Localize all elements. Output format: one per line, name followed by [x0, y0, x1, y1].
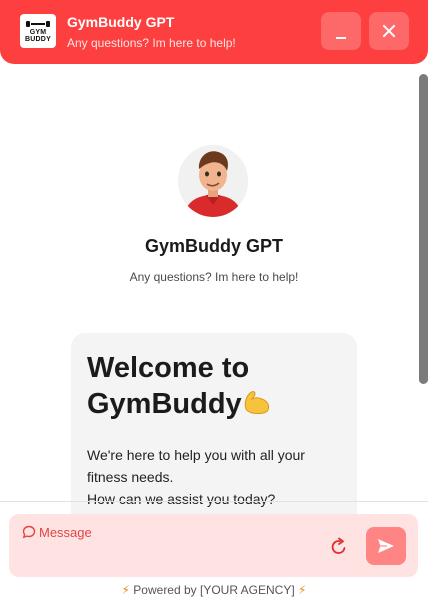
- welcome-message: Welcome to GymBuddy We're here to help y…: [71, 333, 357, 533]
- composer-divider: [0, 501, 428, 502]
- bolt-icon: ⚡: [298, 583, 307, 597]
- welcome-line-1: We're here to help you with all your fit…: [87, 447, 305, 485]
- welcome-title: Welcome to GymBuddy: [87, 350, 307, 422]
- flexed-bicep-icon: [244, 391, 269, 415]
- minimize-icon: [336, 37, 346, 39]
- message-icon: [22, 525, 36, 539]
- powered-by: ⚡ Powered by [YOUR AGENCY] ⚡: [0, 583, 428, 597]
- composer: [9, 514, 418, 577]
- bot-name: GymBuddy GPT: [144, 236, 283, 256]
- close-button[interactable]: [369, 12, 409, 50]
- message-input[interactable]: [39, 522, 319, 542]
- powered-by-text[interactable]: Powered by [YOUR AGENCY]: [133, 583, 294, 597]
- header-subtitle: Any questions? Im here to help!: [67, 36, 236, 50]
- welcome-title-text: Welcome to GymBuddy: [87, 352, 250, 420]
- bolt-icon: ⚡: [121, 583, 130, 597]
- avatar-illustration: [178, 145, 248, 217]
- scrollbar[interactable]: [419, 74, 428, 384]
- header-title: GymBuddy GPT: [67, 14, 175, 30]
- gymbuddy-logo: GYM BUDDY: [20, 14, 56, 48]
- dumbbell-icon: [25, 20, 51, 28]
- logo-text-bottom: BUDDY: [25, 35, 51, 43]
- bot-avatar: [178, 145, 248, 217]
- bot-subtitle: Any questions? Im here to help!: [129, 270, 299, 284]
- logo-text-top: GYM: [29, 28, 47, 36]
- welcome-line-2: How can we assist you today?: [87, 491, 276, 507]
- send-icon: [378, 539, 394, 553]
- chat-widget: GYM BUDDY GymBuddy GPT Any questions? Im…: [0, 0, 428, 606]
- chat-header: GYM BUDDY GymBuddy GPT Any questions? Im…: [0, 0, 428, 64]
- minimize-button[interactable]: [321, 12, 361, 50]
- refresh-icon[interactable]: [329, 537, 349, 557]
- send-button[interactable]: [366, 527, 406, 565]
